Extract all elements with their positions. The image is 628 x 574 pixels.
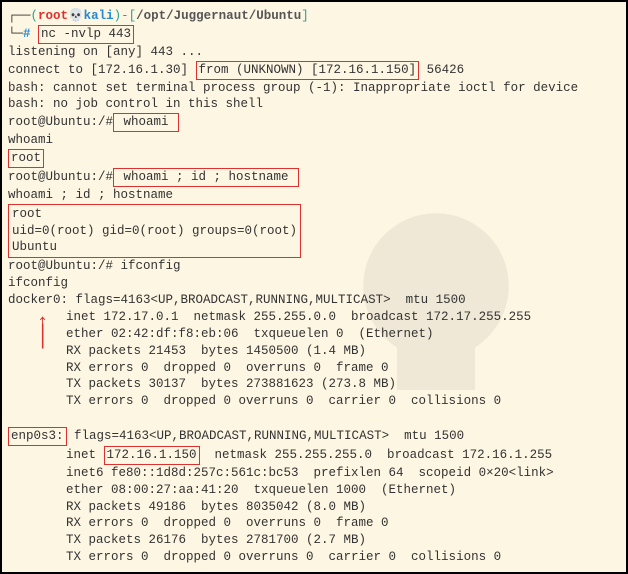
connect-line: connect to [172.16.1.30] from (UNKNOWN) …	[8, 61, 620, 80]
enp-inet-pre: inet	[66, 448, 104, 462]
whoami-cmd: whoami	[116, 115, 176, 129]
highlight-enp-ip: 172.16.1.150	[104, 446, 200, 465]
combo-cmd: whoami ; id ; hostname	[116, 170, 296, 184]
combo-out-id: uid=0(root) gid=0(root) groups=0(root)	[12, 224, 297, 238]
highlight-nc-cmd: nc -nvlp 443	[38, 25, 134, 44]
enp-txerr: TX errors 0 dropped 0 overruns 0 carrier…	[8, 549, 620, 566]
prompt-user: root	[38, 9, 68, 23]
docker-rx: RX packets 21453 bytes 1450500 (1.4 MB)	[8, 343, 620, 360]
combo-out-root: root	[12, 207, 42, 221]
combo-output-block: root uid=0(root) gid=0(root) groups=0(roo…	[8, 204, 620, 259]
combo-out-hostname: Ubuntu	[12, 240, 57, 254]
highlight-enp-name: enp0s3:	[8, 427, 67, 446]
root-result-line: root	[8, 149, 620, 168]
ifconfig-echo: ifconfig	[8, 275, 620, 292]
enp-ip: 172.16.1.150	[107, 448, 197, 462]
enp-inet-post: netmask 255.255.255.0 broadcast 172.16.1…	[200, 448, 553, 462]
root-text: root	[11, 151, 41, 165]
highlight-root-result: root	[8, 149, 44, 168]
docker-interface: docker0: flags=4163<UP,BROADCAST,RUNNING…	[8, 292, 620, 309]
docker-name: docker0:	[8, 293, 68, 307]
docker-flags: flags=4163<UP,BROADCAST,RUNNING,MULTICAS…	[68, 293, 466, 307]
nc-command: nc -nvlp 443	[41, 27, 131, 41]
enp-inet6: inet6 fe80::1d8d:257c:561c:bc53 prefixle…	[8, 465, 620, 482]
combo-echo: whoami ; id ; hostname	[8, 187, 620, 204]
enp-interface-line: enp0s3: flags=4163<UP,BROADCAST,RUNNING,…	[8, 427, 620, 446]
enp-rxerr: RX errors 0 dropped 0 overruns 0 frame 0	[8, 515, 620, 532]
terminal-output: ┌──(root💀kali)-[/opt/Juggernaut/Ubuntu] …	[8, 8, 620, 566]
docker-tx: TX packets 30137 bytes 273881623 (273.8 …	[8, 376, 620, 393]
bash-error-2: bash: no job control in this shell	[8, 96, 620, 113]
highlight-remote-ip: from (UNKNOWN) [172.16.1.150]	[196, 61, 420, 80]
prompt-path: /opt/Juggernaut/Ubuntu	[136, 9, 301, 23]
docker-inet: inet 172.17.0.1 netmask 255.255.0.0 broa…	[8, 309, 620, 326]
docker-txerr: TX errors 0 dropped 0 overruns 0 carrier…	[8, 393, 620, 410]
docker-rxerr: RX errors 0 dropped 0 overruns 0 frame 0	[8, 360, 620, 377]
prompt-symbol: #	[23, 27, 31, 41]
enp-tx: TX packets 26176 bytes 2781700 (2.7 MB)	[8, 532, 620, 549]
shell-prompt: root@Ubuntu:/#	[8, 115, 113, 129]
skull-icon: 💀	[68, 9, 84, 23]
prompt-host: kali	[84, 9, 114, 23]
enp-name: enp0s3:	[11, 429, 64, 443]
command-line-1: └─# nc -nvlp 443	[8, 25, 620, 44]
highlight-combo-output: root uid=0(root) gid=0(root) groups=0(roo…	[8, 204, 301, 259]
highlight-combo-cmd: whoami ; id ; hostname	[113, 168, 299, 187]
docker-ether: ether 02:42:df:f8:eb:06 txqueuelen 0 (Et…	[8, 326, 620, 343]
highlight-whoami-cmd: whoami	[113, 113, 179, 132]
shell-prompt-3: root@Ubuntu:/#	[8, 259, 113, 273]
combo-cmd-line: root@Ubuntu:/# whoami ; id ; hostname	[8, 168, 620, 187]
enp-inet-line: inet 172.16.1.150 netmask 255.255.255.0 …	[8, 446, 620, 465]
blank-line	[8, 410, 620, 427]
whoami-line: root@Ubuntu:/# whoami	[8, 113, 620, 132]
connect-from: from (UNKNOWN) [172.16.1.150]	[199, 63, 417, 77]
ifconfig-cmd: ifconfig	[113, 259, 181, 273]
whoami-echo: whoami	[8, 132, 620, 149]
kali-prompt-line: ┌──(root💀kali)-[/opt/Juggernaut/Ubuntu]	[8, 8, 620, 25]
enp-rx: RX packets 49186 bytes 8035042 (8.0 MB)	[8, 499, 620, 516]
listening-line: listening on [any] 443 ...	[8, 44, 620, 61]
connect-prefix: connect to [172.16.1.30]	[8, 63, 196, 77]
bash-error-1: bash: cannot set terminal process group …	[8, 80, 620, 97]
ifconfig-cmd-line: root@Ubuntu:/# ifconfig	[8, 258, 620, 275]
enp-ether: ether 08:00:27:aa:41:20 txqueuelen 1000 …	[8, 482, 620, 499]
shell-prompt-2: root@Ubuntu:/#	[8, 170, 113, 184]
enp-flags: flags=4163<UP,BROADCAST,RUNNING,MULTICAS…	[67, 429, 465, 443]
connect-port: 56426	[419, 63, 464, 77]
